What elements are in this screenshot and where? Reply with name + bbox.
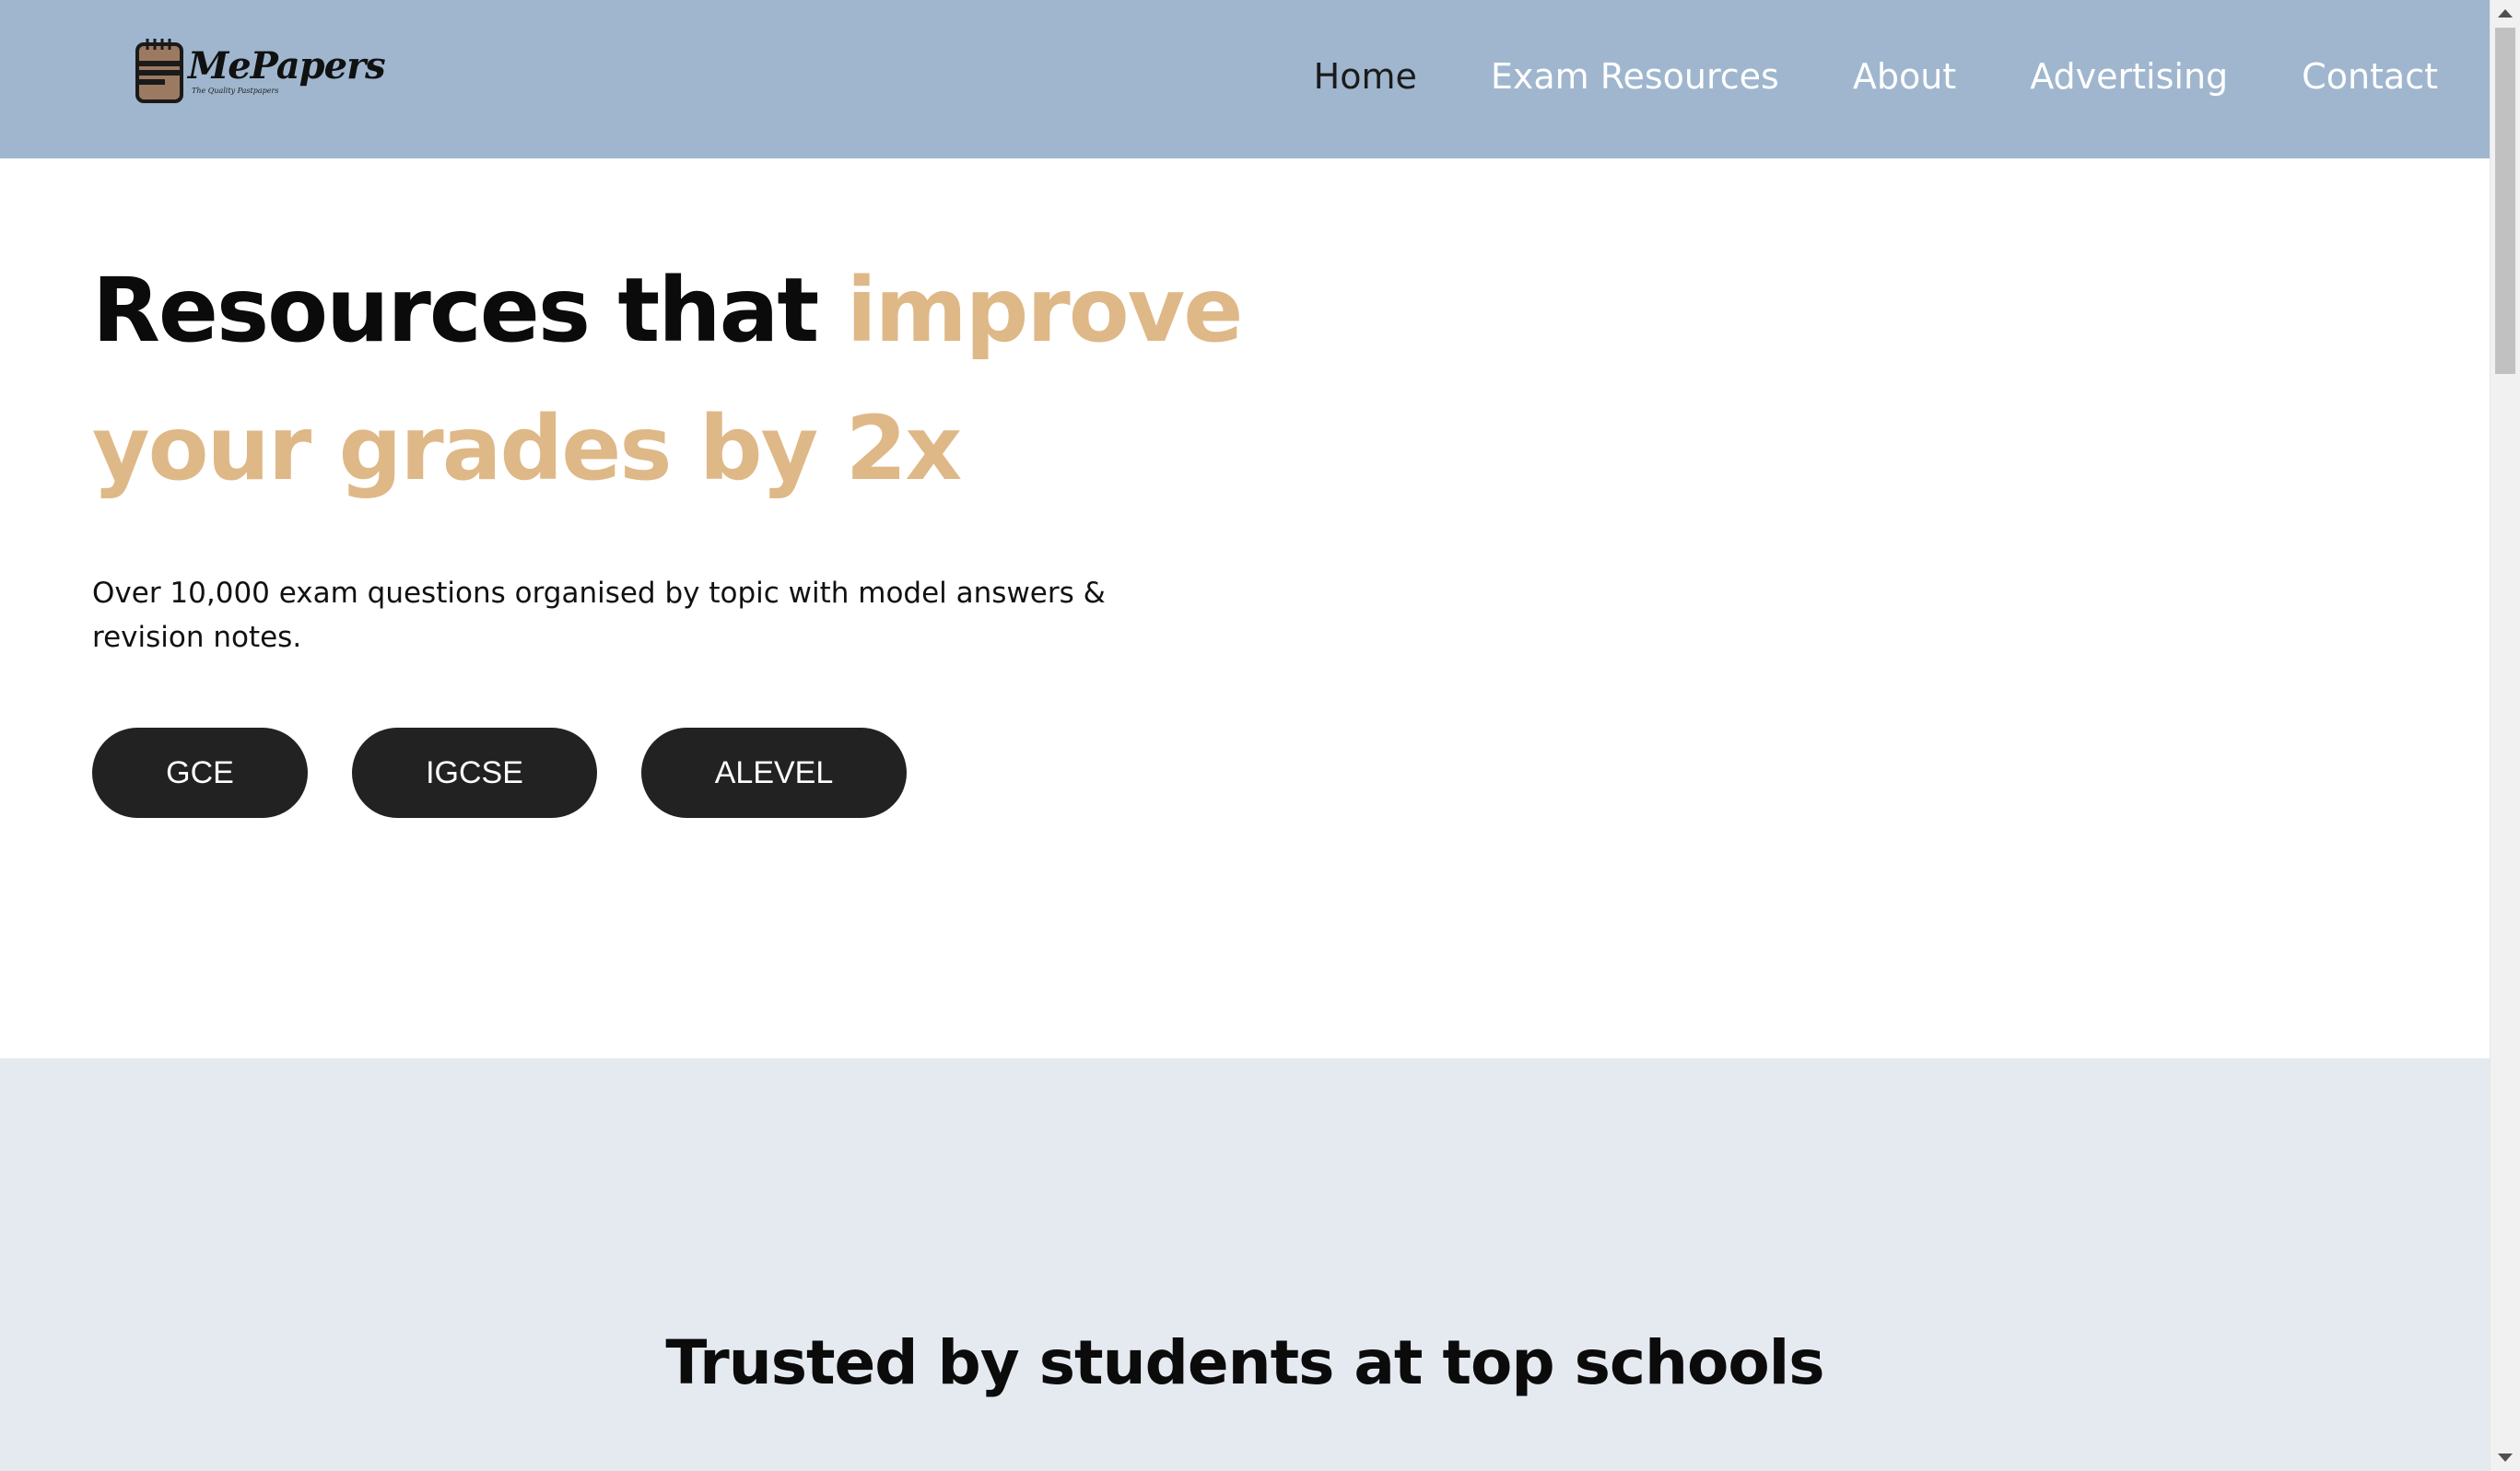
trusted-section: Trusted by students at top schools [0, 1058, 2490, 1471]
logo-tagline: The Quality Pastpapers [192, 87, 279, 95]
hero-subtitle: Over 10,000 exam questions organised by … [92, 577, 1106, 654]
nav-exam-resources[interactable]: Exam Resources [1491, 52, 1779, 101]
exam-level-buttons: GCE IGCSE ALEVEL [92, 728, 951, 818]
main-nav: Home Exam Resources About Advertising Co… [1240, 52, 2438, 101]
scroll-down-arrow-icon[interactable] [2498, 1453, 2513, 1462]
scroll-up-arrow-icon[interactable] [2498, 9, 2513, 18]
notepad-icon [135, 39, 183, 103]
site-header: MePapers The Quality Pastpapers Home Exa… [0, 0, 2490, 158]
nav-advertising[interactable]: Advertising [2030, 52, 2228, 101]
hero-title-lead: Resources that [92, 259, 847, 362]
hero-title: Resources that improve your grades by 2x [92, 241, 1290, 518]
alevel-button[interactable]: ALEVEL [641, 728, 907, 818]
logo-text: MePapers The Quality Pastpapers [188, 35, 386, 105]
nav-about[interactable]: About [1853, 52, 1956, 101]
vertical-scrollbar[interactable] [2490, 0, 2520, 1471]
gce-button[interactable]: GCE [92, 728, 308, 818]
igcse-button[interactable]: IGCSE [352, 728, 597, 818]
logo-wordmark: MePapers [188, 44, 386, 88]
nav-home[interactable]: Home [1314, 52, 1417, 101]
nav-contact[interactable]: Contact [2302, 52, 2438, 101]
scrollbar-thumb[interactable] [2495, 28, 2515, 374]
site-logo[interactable]: MePapers The Quality Pastpapers [135, 35, 386, 105]
page-content: MePapers The Quality Pastpapers Home Exa… [0, 0, 2490, 1471]
trusted-title: Trusted by students at top schools [665, 1327, 1824, 1398]
page: MePapers The Quality Pastpapers Home Exa… [0, 0, 2520, 1471]
